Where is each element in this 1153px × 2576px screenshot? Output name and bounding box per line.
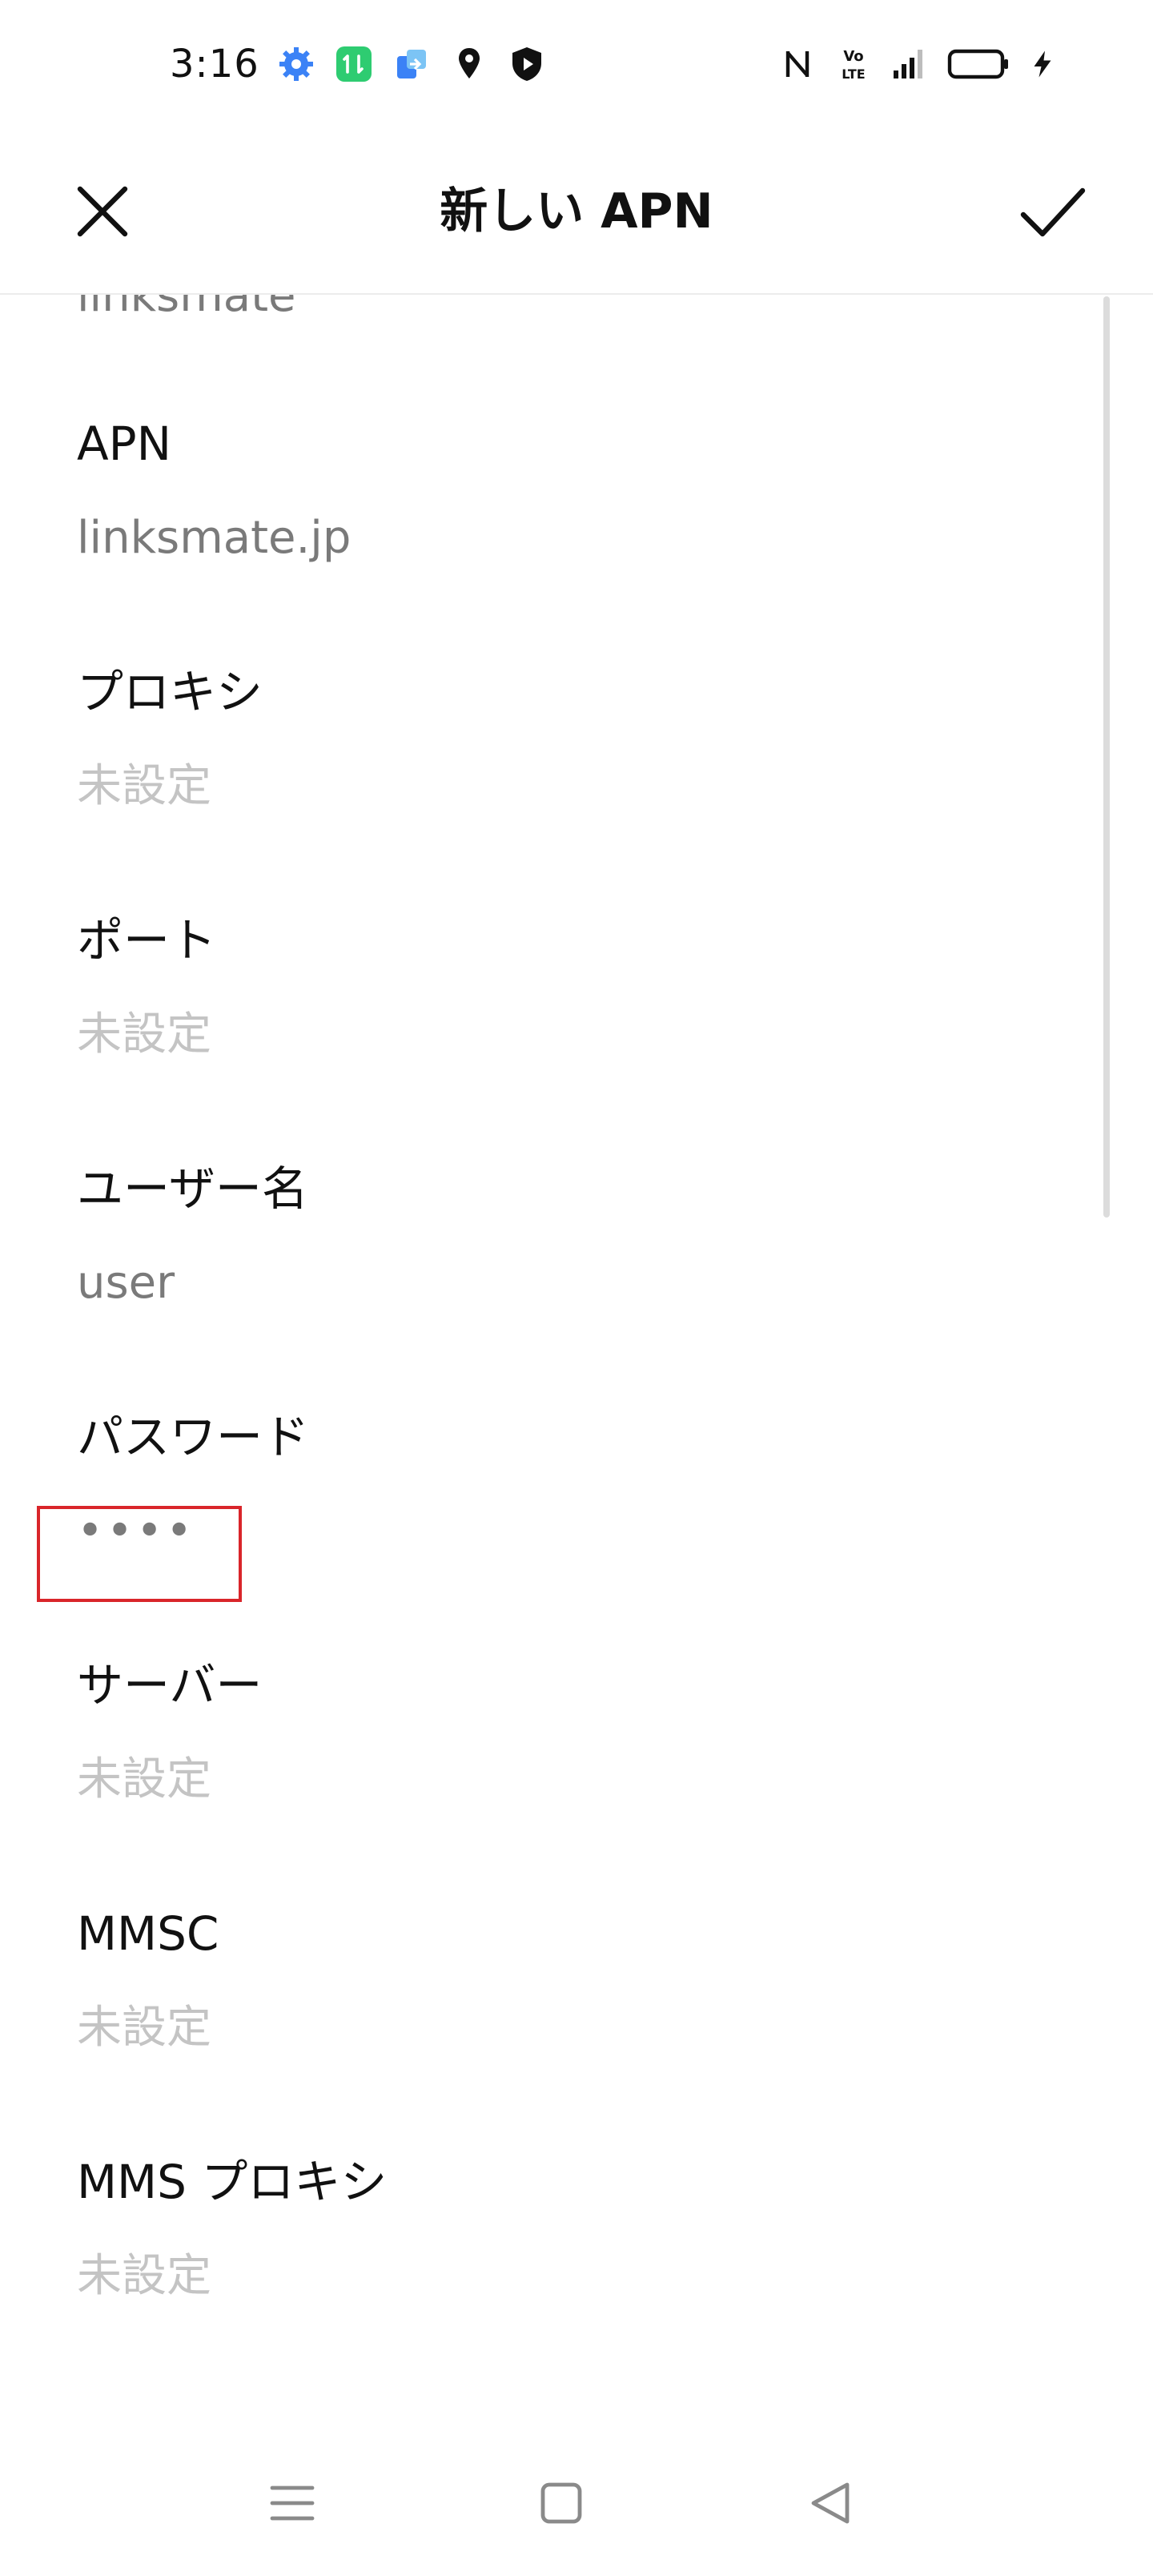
password-highlight-box <box>37 1506 242 1602</box>
volte-top-text: Vo <box>843 48 863 65</box>
field-apn[interactable]: APN linksmate.jp <box>0 412 1105 665</box>
field-value: 未設定 <box>77 2250 211 2302</box>
status-bar: 3:16 Vo LTE <box>0 0 1153 128</box>
field-value: 未設定 <box>77 1753 211 1805</box>
field-mms-proxy[interactable]: MMS プロキシ 未設定 <box>0 2150 1105 2387</box>
menu-icon[interactable] <box>264 2475 320 2531</box>
field-label: ユーザー名 <box>77 1161 308 1216</box>
volte-bottom-text: LTE <box>842 66 865 82</box>
field-label: パスワード <box>77 1410 310 1464</box>
home-icon[interactable] <box>533 2475 589 2531</box>
volte-icon: Vo LTE <box>842 48 865 82</box>
status-time: 3:16 <box>170 42 259 87</box>
shield-icon <box>512 47 541 81</box>
field-value: 未設定 <box>77 2002 211 2054</box>
field-server[interactable]: サーバー 未設定 <box>0 1653 1105 1906</box>
apn-settings-list: linksmate APN linksmate.jp プロキシ 未設定 ポート … <box>0 295 1153 2387</box>
field-label: ポート <box>77 913 217 968</box>
status-icons-right: Vo LTE <box>778 45 1057 83</box>
scrollbar[interactable] <box>1103 296 1110 1218</box>
field-value: user <box>77 1257 175 1309</box>
field-value: 未設定 <box>77 760 211 812</box>
transfer-icon <box>397 50 426 78</box>
field-label: サーバー <box>77 1658 263 1713</box>
field-label: APN <box>77 417 172 471</box>
check-icon[interactable] <box>1017 176 1089 248</box>
navigation-bar <box>0 2435 1153 2576</box>
field-label: MMSC <box>77 1906 219 1961</box>
field-mmsc[interactable]: MMSC 未設定 <box>0 1902 1105 2155</box>
battery-icon <box>947 49 1008 79</box>
nfc-icon <box>785 51 810 77</box>
back-icon[interactable] <box>802 2475 858 2531</box>
charging-icon <box>1034 50 1051 78</box>
field-value: linksmate.jp <box>77 512 352 564</box>
field-proxy[interactable]: プロキシ 未設定 <box>0 660 1105 913</box>
field-port[interactable]: ポート 未設定 <box>0 908 1105 1161</box>
page-title: 新しい APN <box>440 183 713 239</box>
field-label: MMS プロキシ <box>77 2155 388 2209</box>
app-bar: 新しい APN <box>0 128 1153 295</box>
field-value: 未設定 <box>77 1008 211 1061</box>
gear-icon <box>279 47 313 81</box>
signal-icon <box>894 50 922 78</box>
field-label: プロキシ <box>77 665 263 719</box>
field-username[interactable]: ユーザー名 user <box>0 1157 1105 1410</box>
status-icons-left <box>277 45 546 83</box>
app-badge-icon <box>336 46 372 82</box>
location-icon <box>459 48 480 78</box>
partial-field-value: linksmate <box>77 295 296 322</box>
